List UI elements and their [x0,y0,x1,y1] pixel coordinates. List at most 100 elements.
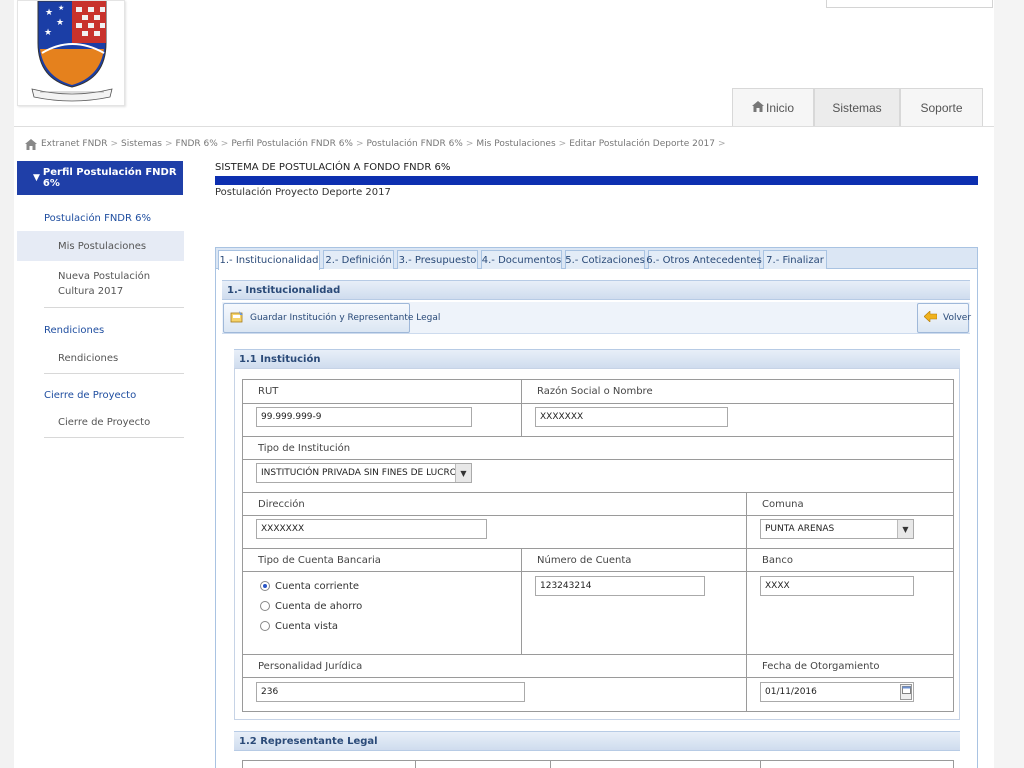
grid-line [760,760,761,768]
date-value: 01/11/2016 [765,687,817,697]
section-header-representante-legal: 1.2 Representante Legal [234,731,960,751]
comuna-label: Comuna [762,498,804,510]
grid-line [242,677,954,678]
nav-tab-label: Soporte [920,100,963,115]
section-header-institucionalidad: 1.- Institucionalidad [222,280,970,300]
back-button[interactable]: Volver [917,303,972,333]
page-title: SISTEMA DE POSTULACIÓN A FONDO FNDR 6% [215,162,451,173]
home-icon[interactable] [25,138,37,150]
sidebar-item-cierre-de-proyecto[interactable]: Cierre de Proyecto [44,408,184,438]
radio-button[interactable] [260,621,270,631]
direccion-label: Dirección [258,498,305,510]
tab-cotizaciones[interactable]: 5.- Cotizaciones [565,250,645,269]
nav-tab-sistemas[interactable]: Sistemas [814,88,900,126]
grid-line [242,403,954,404]
banco-label: Banco [762,554,793,566]
radio-button[interactable] [260,581,270,591]
breadcrumb-separator: > [465,139,474,149]
breadcrumb-item: Editar Postulación Deporte 2017 [569,139,716,149]
rut-label: RUT [258,386,279,397]
grid-line [242,459,954,460]
save-icon [230,310,244,326]
svg-text:★: ★ [44,28,52,38]
breadcrumb-item[interactable]: FNDR 6% [176,139,218,149]
tipo-institucion-select[interactable]: INSTITUCIÓN PRIVADA SIN FINES DE LUCRO ▼ [256,463,472,483]
section-title: 1.- Institucionalidad [227,284,341,296]
sidebar-group-postulacion[interactable]: Postulación FNDR 6% [44,213,151,224]
razon-social-label: Razón Social o Nombre [537,386,653,397]
sidebar-group-cierre[interactable]: Cierre de Proyecto [44,390,136,401]
personalidad-juridica-input[interactable]: 236 [256,682,525,702]
numero-cuenta-label: Número de Cuenta [537,554,632,566]
breadcrumb-item[interactable]: Mis Postulaciones [476,139,555,149]
radio-cuenta-vista[interactable]: Cuenta vista [260,619,338,633]
section-header-institucion: 1.1 Institución [234,349,960,369]
rut-input[interactable]: 99.999.999-9 [256,407,472,427]
calendar-icon[interactable] [900,684,912,700]
breadcrumb: Extranet FNDR > Sistemas > FNDR 6% > Perfil… [25,137,729,151]
fecha-otorgamiento-input[interactable]: 01/11/2016 [760,682,914,702]
select-value: PUNTA ARENAS [765,524,835,534]
section-title: 1.1 Institución [239,353,321,365]
page-subtitle: Postulación Proyecto Deporte 2017 [215,187,391,198]
tipo-institucion-label: Tipo de Institución [258,442,351,454]
numero-cuenta-input[interactable]: 123243214 [535,576,705,596]
sidebar-item-nueva-postulacion[interactable]: Nueva Postulación Cultura 2017 [44,261,184,308]
radio-label: Cuenta vista [275,620,338,632]
breadcrumb-item[interactable]: Postulación FNDR 6% [367,139,463,149]
breadcrumb-separator: > [356,139,364,149]
chevron-down-icon: ▼ [455,464,471,482]
sidebar-group-rendiciones[interactable]: Rendiciones [44,325,104,336]
grid-line [550,760,551,768]
breadcrumb-item[interactable]: Extranet FNDR [41,139,107,149]
title-bar [215,176,978,185]
grid-line [242,515,954,516]
radio-cuenta-ahorro[interactable]: Cuenta de ahorro [260,599,362,613]
sidebar-item-label: Rendiciones [58,352,119,364]
tab-presupuesto[interactable]: 3.- Presupuesto [397,250,478,269]
sidebar-item-label: Cierre de Proyecto [58,417,151,428]
banco-input[interactable]: XXXX [760,576,914,596]
caret-down-icon: ▼ [33,173,40,183]
home-icon [751,100,764,115]
razon-social-input[interactable]: XXXXXXX [535,407,728,427]
back-button-label: Volver [943,313,972,323]
representante-legal-form [242,760,954,768]
sidebar-item-label: Nueva Postulación Cultura 2017 [58,271,151,297]
breadcrumb-item[interactable]: Sistemas [121,139,162,149]
sidebar-item-rendiciones[interactable]: Rendiciones [44,343,184,374]
nav-tab-soporte[interactable]: Soporte [900,88,983,126]
sidebar-item-mis-postulaciones[interactable]: Mis Postulaciones [17,231,184,261]
comuna-select[interactable]: PUNTA ARENAS ▼ [760,519,914,539]
tab-institucionalidad[interactable]: 1.- Institucionalidad [218,250,320,270]
direccion-input[interactable]: XXXXXXX [256,519,487,539]
save-button-label: Guardar Institución y Representante Lega… [250,313,441,323]
top-search-box[interactable] [826,0,993,8]
save-institution-button[interactable]: Guardar Institución y Representante Lega… [223,303,440,333]
window-scrollbar[interactable] [994,0,1024,768]
svg-text:★: ★ [56,18,64,28]
back-arrow-icon [923,310,938,325]
tab-documentos[interactable]: 4.- Documentos [481,250,562,269]
breadcrumb-item[interactable]: Perfil Postulación FNDR 6% [231,139,353,149]
breadcrumb-separator: > [220,139,229,149]
grid-line [415,760,416,768]
grid-line [242,492,954,493]
tab-definicion[interactable]: 2.- Definición [323,250,394,269]
sidebar-header[interactable]: ▼ Perfil Postulación FNDR 6% [17,161,183,195]
coat-of-arms-logo[interactable]: ★ ★ ★ ★ [17,0,125,106]
radio-cuenta-corriente[interactable]: Cuenta corriente [260,579,359,593]
nav-tab-inicio[interactable]: Inicio [732,88,814,126]
chevron-down-icon: ▼ [897,520,913,538]
breadcrumb-separator: > [164,139,173,149]
sidebar-item-label: Mis Postulaciones [58,240,147,252]
breadcrumb-separator: > [110,139,119,149]
tab-otros-antecedentes[interactable]: 6.- Otros Antecedentes [646,250,762,269]
radio-button[interactable] [260,601,270,611]
nav-tab-label: Sistemas [832,100,882,115]
radio-label: Cuenta de ahorro [275,600,363,612]
radio-label: Cuenta corriente [275,580,360,592]
nav-divider [14,126,994,127]
tab-finalizar[interactable]: 7.- Finalizar [763,250,827,269]
select-value: INSTITUCIÓN PRIVADA SIN FINES DE LUCRO [261,468,457,478]
